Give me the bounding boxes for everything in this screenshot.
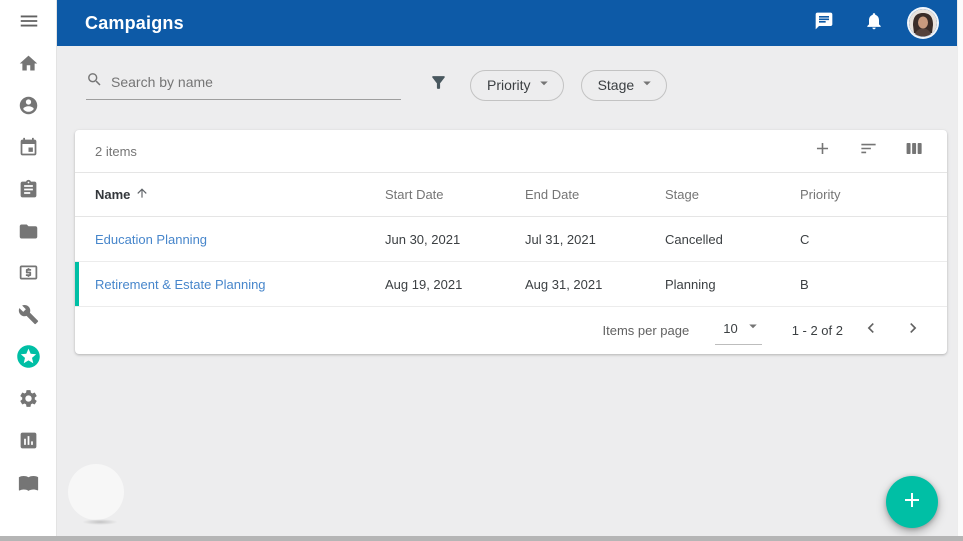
columns-icon [905,139,924,163]
filter-funnel-icon [429,73,448,97]
campaign-name-link[interactable]: Retirement & Estate Planning [95,277,385,292]
chevron-down-icon [634,74,656,97]
table-header-row: Name Start Date End Date Stage Priority [75,173,947,217]
chevron-left-icon [861,318,881,343]
bell-icon [864,11,884,36]
sidebar-nav [0,53,56,498]
ghost-circle [68,464,124,520]
sidebar-item-documents[interactable] [0,221,57,247]
column-header-stage[interactable]: Stage [665,187,800,202]
folder-icon [18,221,39,247]
dollar-icon [18,262,39,288]
next-page-button[interactable] [899,316,927,344]
items-per-page-label: Items per page [603,323,690,338]
end-date-cell: Aug 31, 2021 [525,277,665,292]
sidebar-item-contacts[interactable] [0,95,57,121]
hamburger-icon [18,10,40,37]
add-campaign-fab[interactable] [886,476,938,528]
user-avatar[interactable] [909,9,937,37]
top-app-bar: Campaigns [57,0,957,46]
bar-chart-icon [18,430,39,456]
priority-chip-label: Priority [487,77,531,93]
sidebar-item-library[interactable] [0,472,57,498]
sidebar [0,0,57,536]
stage-filter-chip[interactable]: Stage [581,70,668,101]
calendar-icon [18,137,39,163]
column-header-start-date-label: Start Date [385,187,444,202]
column-header-priority-label: Priority [800,187,840,202]
start-date-cell: Aug 19, 2021 [385,277,525,292]
star-circle-icon [15,343,42,375]
notifications-button[interactable] [857,6,891,40]
priority-cell: B [800,277,947,292]
search-input[interactable] [111,74,401,90]
wrench-icon [18,304,39,330]
sidebar-item-tasks[interactable] [0,179,57,205]
column-header-name-label: Name [95,187,130,202]
previous-page-button[interactable] [857,316,885,344]
clipboard-icon [18,179,39,205]
page-title: Campaigns [85,13,184,34]
table-row[interactable]: Education Planning Jun 30, 2021 Jul 31, … [75,217,947,262]
column-header-name[interactable]: Name [95,186,385,203]
chevron-right-icon [903,318,923,343]
sidebar-item-billing[interactable] [0,262,57,288]
column-header-priority[interactable]: Priority [800,187,947,202]
page-size-select[interactable]: 10 [715,315,761,345]
sort-ascending-icon [135,186,149,203]
table-row[interactable]: Retirement & Estate Planning Aug 19, 202… [75,262,947,307]
search-icon [86,71,103,93]
scrollbar-track[interactable] [957,0,963,536]
priority-filter-chip[interactable]: Priority [470,70,564,101]
plus-icon [813,139,832,163]
open-book-icon [18,472,39,498]
column-header-end-date[interactable]: End Date [525,187,665,202]
column-header-end-date-label: End Date [525,187,579,202]
column-header-start-date[interactable]: Start Date [385,187,525,202]
gear-icon [18,388,39,414]
ghost-circle-shadow [82,519,118,525]
page-size-value: 10 [723,321,737,336]
filter-row: Priority Stage [58,46,957,104]
campaigns-table-card: 2 items Name Start Date End Date [75,130,947,354]
pagination-bar: Items per page 10 1 - 2 of 2 [75,307,947,353]
chevron-down-icon [531,74,553,97]
chat-button[interactable] [807,6,841,40]
search-box [86,71,401,100]
priority-cell: C [800,232,947,247]
pagination-range: 1 - 2 of 2 [792,323,843,338]
sidebar-item-settings[interactable] [0,388,57,414]
sidebar-item-reports[interactable] [0,430,57,456]
column-header-stage-label: Stage [665,187,699,202]
active-row-indicator [75,262,79,306]
sort-button[interactable] [853,136,883,166]
home-icon [18,53,39,79]
sidebar-item-calendar[interactable] [0,137,57,163]
stage-chip-label: Stage [598,77,635,93]
items-count: 2 items [95,144,137,159]
sidebar-item-campaigns[interactable] [0,346,57,372]
sidebar-item-home[interactable] [0,53,57,79]
window-bottom-edge [0,536,963,541]
content-area: Priority Stage 2 items [58,46,957,536]
add-item-button[interactable] [807,136,837,166]
chevron-down-icon [738,317,762,340]
chat-icon [814,11,834,36]
person-icon [18,95,39,121]
sidebar-item-tools[interactable] [0,304,57,330]
stage-cell: Planning [665,277,800,292]
columns-button[interactable] [899,136,929,166]
app-window: Campaigns Prior [0,0,963,541]
sort-lines-icon [859,139,878,163]
menu-toggle-button[interactable] [0,10,57,36]
campaign-name-link[interactable]: Education Planning [95,232,385,247]
end-date-cell: Jul 31, 2021 [525,232,665,247]
stage-cell: Cancelled [665,232,800,247]
table-toolbar: 2 items [75,130,947,173]
filter-button[interactable] [423,70,453,100]
plus-icon [900,488,924,517]
start-date-cell: Jun 30, 2021 [385,232,525,247]
